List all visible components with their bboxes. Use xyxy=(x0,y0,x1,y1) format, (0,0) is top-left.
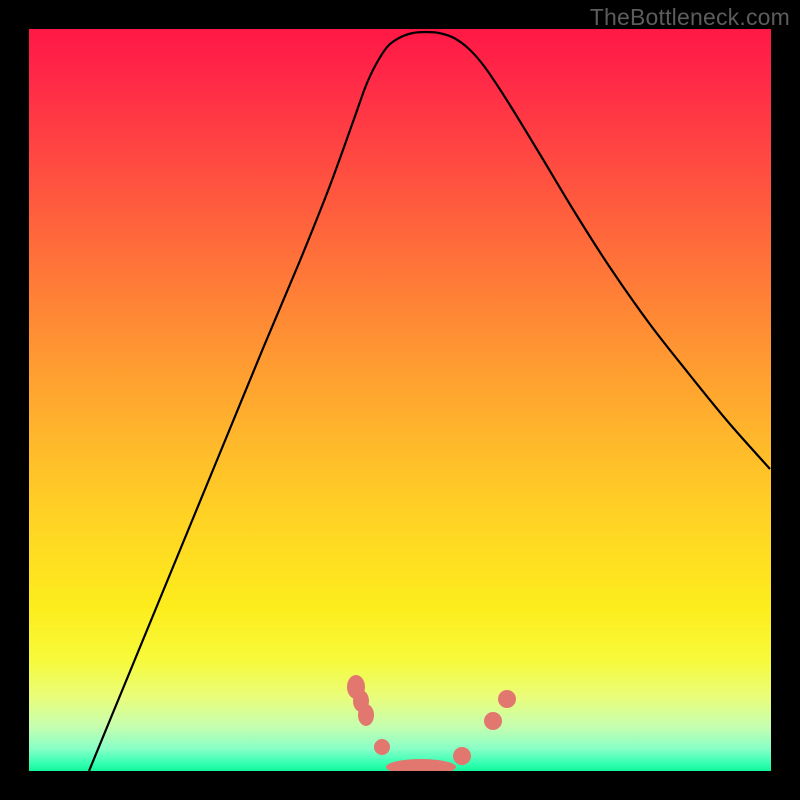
curve-marker xyxy=(386,759,456,771)
watermark-text: TheBottleneck.com xyxy=(590,4,790,31)
curve-marker xyxy=(374,739,390,755)
curve-marker xyxy=(498,690,516,708)
curve-marker xyxy=(484,712,502,730)
chart-frame: TheBottleneck.com xyxy=(0,0,800,800)
bottleneck-curve xyxy=(89,32,770,771)
plot-area xyxy=(29,29,771,771)
curve-chart xyxy=(29,29,771,771)
curve-markers xyxy=(347,675,516,771)
curve-marker xyxy=(358,704,374,726)
curve-marker xyxy=(453,747,471,765)
